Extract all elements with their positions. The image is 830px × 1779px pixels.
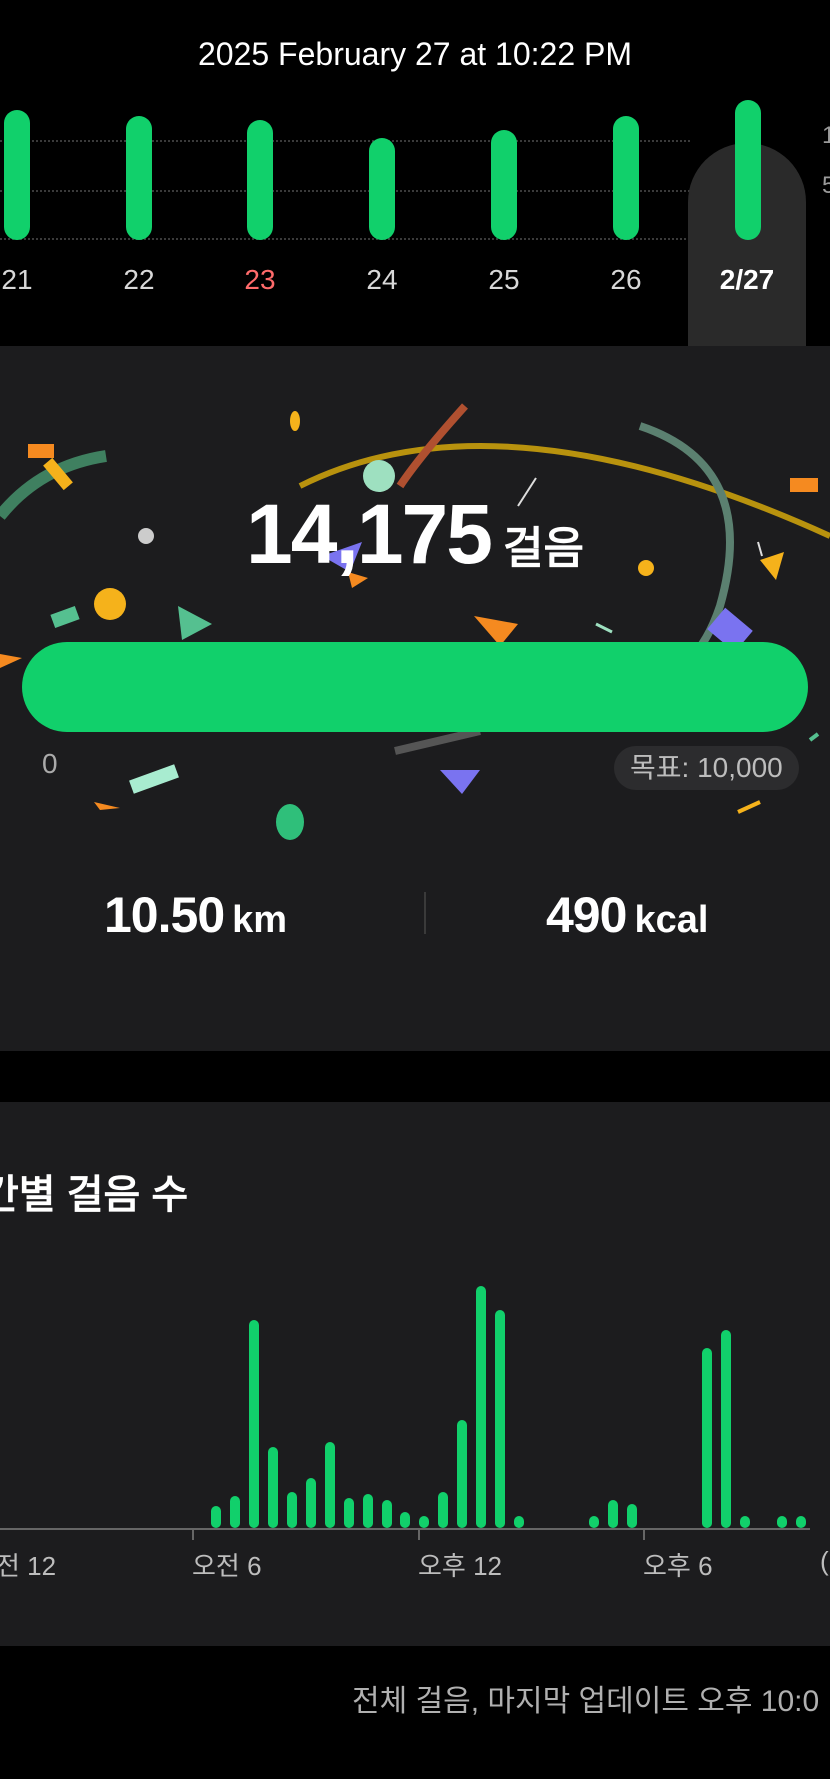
day-bar-24[interactable] <box>369 138 395 240</box>
day-label-26[interactable]: 26 <box>591 264 661 296</box>
day-bar-27[interactable] <box>735 100 761 240</box>
calories-stat: 490 kcal <box>546 886 708 944</box>
axis-fragment: 1 <box>822 122 830 149</box>
axis-label: 오후 12 <box>418 1551 502 1581</box>
axis-tick <box>643 1528 645 1540</box>
distance-unit: km <box>232 899 288 941</box>
hour-bar[interactable] <box>325 1442 335 1528</box>
day-label-selected[interactable]: 2/27 <box>712 264 782 296</box>
goal-progress-bar <box>22 642 808 732</box>
hour-bar[interactable] <box>514 1516 524 1528</box>
hour-bar[interactable] <box>777 1516 787 1528</box>
hour-bar[interactable] <box>400 1512 410 1528</box>
grid-line <box>0 238 690 240</box>
hour-bar[interactable] <box>702 1348 712 1528</box>
day-bar-26[interactable] <box>613 116 639 240</box>
day-label-22[interactable]: 22 <box>104 264 174 296</box>
stat-divider <box>424 892 426 934</box>
hour-bar[interactable] <box>495 1310 505 1528</box>
day-bar-22[interactable] <box>126 116 152 240</box>
axis-label: ( <box>820 1546 829 1576</box>
axis-tick <box>192 1528 194 1540</box>
day-label-21[interactable]: 21 <box>0 264 52 296</box>
axis-label: 오전 6 <box>192 1551 262 1581</box>
hour-bar[interactable] <box>457 1420 467 1528</box>
hour-bar[interactable] <box>476 1286 486 1528</box>
hour-bar[interactable] <box>438 1492 448 1528</box>
steps-unit: 걸음 <box>502 524 584 573</box>
last-updated-text: 전체 걸음, 마지막 업데이트 오후 10:0 <box>352 1685 820 1718</box>
date-time-title: 2025 February 27 at 10:22 PM <box>197 36 633 72</box>
week-step-chart: 21 22 23 24 25 26 2/27 1 5 <box>0 80 830 405</box>
grid-line <box>0 190 690 192</box>
day-label-25[interactable]: 25 <box>469 264 539 296</box>
progress-min-label: 0 <box>42 748 58 779</box>
calories-value: 490 <box>546 887 627 943</box>
grid-line <box>0 140 690 142</box>
hour-bar[interactable] <box>211 1506 221 1528</box>
hour-bar[interactable] <box>363 1494 373 1528</box>
hour-bar[interactable] <box>287 1492 297 1528</box>
hour-bar[interactable] <box>419 1516 429 1528</box>
hourly-steps-title: 간별 걸음 수 <box>0 1173 189 1217</box>
hour-bar[interactable] <box>344 1498 354 1528</box>
hour-bar[interactable] <box>627 1504 637 1528</box>
hour-bar[interactable] <box>796 1516 806 1528</box>
hour-bar[interactable] <box>721 1330 731 1528</box>
distance-stat: 10.50 km <box>104 886 287 944</box>
hour-bar[interactable] <box>249 1320 259 1528</box>
distance-value: 10.50 <box>104 887 225 943</box>
hour-bar[interactable] <box>382 1500 392 1528</box>
step-count: 14,175 걸음 <box>0 486 830 583</box>
day-bar-21[interactable] <box>4 110 30 240</box>
x-axis <box>0 1528 810 1530</box>
hour-bar[interactable] <box>306 1478 316 1528</box>
day-label-23[interactable]: 23 <box>225 264 295 296</box>
hour-bar[interactable] <box>740 1516 750 1528</box>
calories-unit: kcal <box>634 899 709 941</box>
hour-bar[interactable] <box>589 1516 599 1528</box>
hourly-steps-card: 간별 걸음 수 전 12 오전 6 오후 12 오후 6 ( <box>0 1102 830 1646</box>
axis-tick <box>418 1528 420 1540</box>
hour-bar[interactable] <box>268 1447 278 1528</box>
goal-badge[interactable]: 목표: 10,000 <box>614 746 799 790</box>
axis-fragment: 5 <box>822 172 830 199</box>
axis-label: 전 12 <box>0 1551 57 1581</box>
day-label-24[interactable]: 24 <box>347 264 417 296</box>
daily-steps-card: 14,175 걸음 0 목표: 10,000 10.50 km 490 kcal <box>0 346 830 1051</box>
day-bar-23[interactable] <box>247 120 273 240</box>
hour-bar[interactable] <box>230 1496 240 1528</box>
axis-label: 오후 6 <box>643 1551 713 1581</box>
steps-value: 14,175 <box>246 487 493 581</box>
hour-bar[interactable] <box>608 1500 618 1528</box>
day-bar-25[interactable] <box>491 130 517 240</box>
